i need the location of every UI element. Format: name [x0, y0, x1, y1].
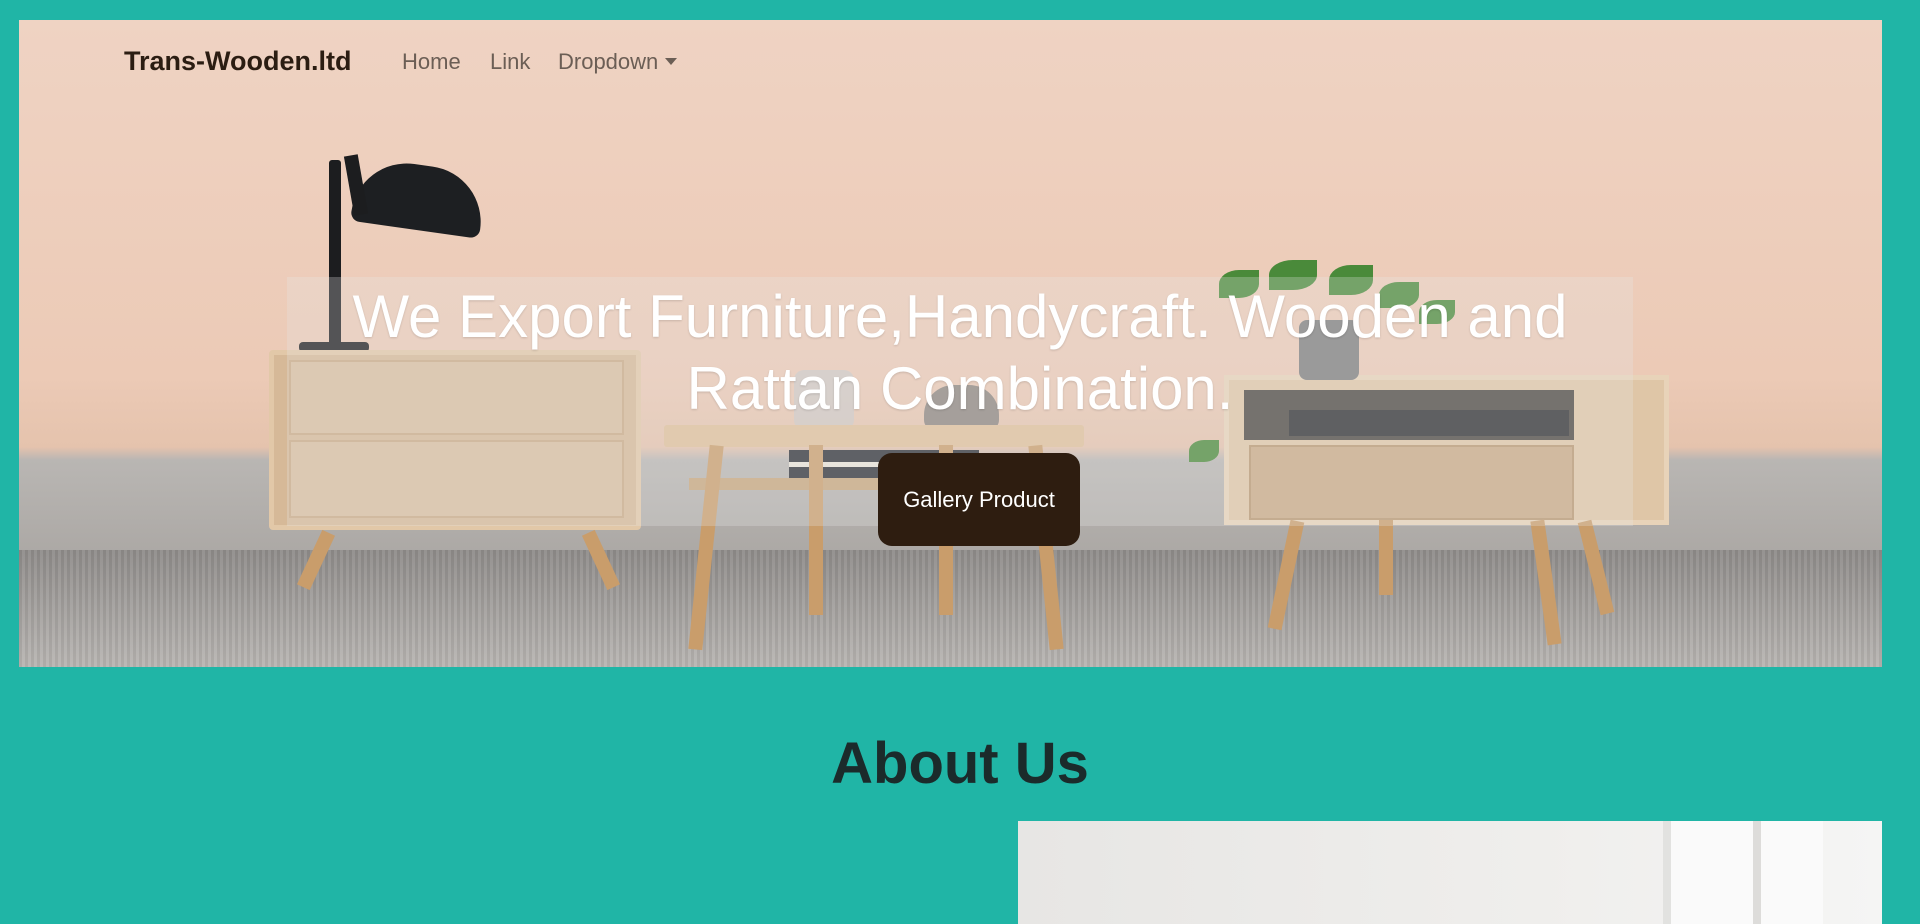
brand-logo[interactable]: Trans-Wooden.ltd [124, 46, 352, 77]
caret-down-icon [665, 58, 678, 65]
nav-dropdown[interactable]: Dropdown [558, 49, 678, 75]
about-image [1018, 821, 1882, 924]
cabinet-leg [1379, 520, 1393, 595]
lamp-shade [350, 156, 488, 239]
nav-link-home[interactable]: Home [402, 49, 461, 75]
top-navbar: Trans-Wooden.ltd Home Link Dropdown [19, 20, 1882, 102]
window-frame [1663, 821, 1823, 924]
nav-dropdown-label: Dropdown [558, 49, 659, 74]
about-us-heading: About Us [831, 731, 1089, 796]
gallery-product-button[interactable]: Gallery Product [878, 453, 1080, 546]
hero-headline: We Export Furniture,Handycraft. Wooden a… [352, 283, 1568, 422]
window-bar [1753, 821, 1761, 924]
nav-link-link[interactable]: Link [490, 49, 530, 75]
